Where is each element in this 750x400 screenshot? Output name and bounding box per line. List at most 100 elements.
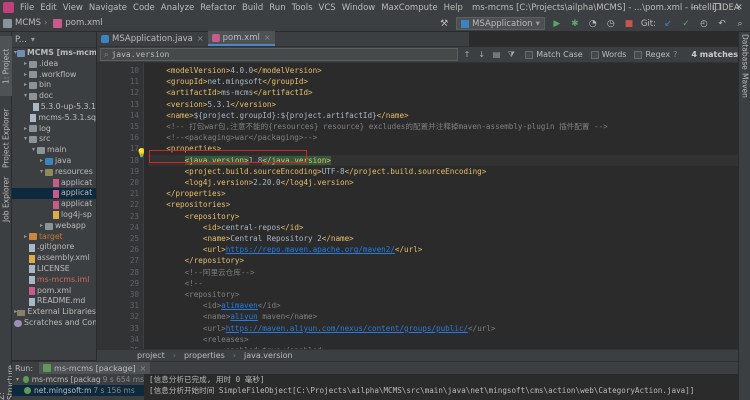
tree-item[interactable]: ▾MCMS [ms-mcms]: [12, 48, 96, 59]
tree-item[interactable]: .gitignore: [12, 242, 96, 253]
chevron-down-icon[interactable]: ▾: [22, 91, 29, 102]
menu-navigate[interactable]: Navigate: [86, 3, 130, 13]
chevron-right-icon[interactable]: ▸: [38, 221, 45, 232]
tree-item[interactable]: ▾ main: [12, 145, 96, 156]
run-icon[interactable]: ▶: [551, 18, 563, 30]
breadcrumb-java-version[interactable]: java.version: [244, 351, 293, 360]
tree-item[interactable]: README.md: [12, 296, 96, 307]
tree-item[interactable]: ▸ External Libraries: [12, 307, 96, 318]
tab-project-explorer[interactable]: Project Explorer: [0, 107, 12, 169]
tree-item[interactable]: LICENSE: [12, 264, 96, 275]
run-tree-row[interactable]: ▾ ms-mcms [packag 9 s 654 ms: [12, 374, 144, 385]
chevron-right-icon[interactable]: ▸: [38, 156, 45, 167]
breadcrumb-project[interactable]: project: [137, 351, 165, 360]
stop-icon[interactable]: ■: [623, 18, 635, 30]
tree-item[interactable]: pom.xml: [12, 286, 96, 297]
run-configuration-select[interactable]: MSApplication ▾: [456, 17, 545, 30]
tree-item[interactable]: ▸ log: [12, 124, 96, 135]
menu-help[interactable]: Help: [441, 3, 466, 13]
close-icon[interactable]: ×: [264, 33, 271, 42]
tree-item[interactable]: Scratches and Conso: [12, 318, 96, 329]
chevron-right-icon[interactable]: ▸: [22, 70, 29, 81]
tree-item[interactable]: ▾ doc: [12, 91, 96, 102]
console-output[interactable]: [信息分析已完成, 用时 0 毫秒] [信息分析开始时间 SimpleFileO…: [146, 374, 738, 400]
chevron-right-icon[interactable]: ▸: [22, 124, 29, 135]
next-match-icon[interactable]: ↓: [476, 49, 488, 61]
close-window-button[interactable]: ✕: [728, 0, 750, 15]
run-tab[interactable]: ms-mcms [package] ×: [39, 362, 151, 374]
menu-analyze[interactable]: Analyze: [158, 3, 198, 13]
select-all-occurrences-icon[interactable]: ▤: [491, 49, 503, 61]
tree-item[interactable]: applicat: [12, 178, 96, 189]
project-panel-title[interactable]: P...: [15, 35, 27, 45]
tree-item[interactable]: ▸ .idea: [12, 59, 96, 70]
menu-refactor[interactable]: Refactor: [197, 3, 239, 13]
tree-item[interactable]: ms-mcms.iml: [12, 275, 96, 286]
tree-item[interactable]: 5.3.0-up-5.3.1: [12, 102, 96, 113]
close-icon[interactable]: ×: [140, 364, 147, 373]
run-tree-row[interactable]: net.mingsoft:m 7 s 156 ms: [12, 385, 144, 396]
search-query[interactable]: java.version: [111, 50, 169, 59]
search-everywhere-icon[interactable]: ⌕: [734, 18, 746, 30]
maximize-button[interactable]: ❐: [706, 0, 728, 15]
hammer-icon[interactable]: ⚒: [438, 18, 450, 30]
tab-maven[interactable]: Maven: [739, 70, 750, 100]
tree-item[interactable]: ▸ .workflow: [12, 70, 96, 81]
menu-window[interactable]: Window: [339, 3, 379, 13]
menu-maxcompute[interactable]: MaxCompute: [378, 3, 440, 13]
tree-item[interactable]: ▾ resources: [12, 167, 96, 178]
menu-vcs[interactable]: VCS: [316, 3, 339, 13]
tree-item[interactable]: ▾ src: [12, 134, 96, 145]
git-history-icon[interactable]: ◴: [698, 18, 710, 30]
tree-item[interactable]: mcms-5.3.1.sq: [12, 113, 96, 124]
tree-item[interactable]: ▸ bin: [12, 80, 96, 91]
profile-icon[interactable]: ◷: [605, 18, 617, 30]
search-input[interactable]: ⌕ java.version: [100, 48, 459, 61]
tab-pom-xml[interactable]: pom.xml ×: [207, 31, 275, 46]
help-icon[interactable]: ?: [673, 50, 677, 59]
tab-msapplication[interactable]: MSApplication.java ×: [97, 31, 208, 46]
menu-file[interactable]: File: [17, 3, 37, 13]
tree-item[interactable]: assembly.xml: [12, 253, 96, 264]
chevron-right-icon[interactable]: ▸: [22, 59, 29, 70]
chevron-down-icon[interactable]: ▾: [38, 167, 45, 178]
filter-icon[interactable]: ⧩: [505, 49, 517, 61]
coverage-icon[interactable]: ◔: [587, 18, 599, 30]
minimize-button[interactable]: —: [684, 0, 706, 15]
tree-item[interactable]: applicat: [12, 199, 96, 210]
menu-code[interactable]: Code: [130, 3, 158, 13]
debug-icon[interactable]: ✱: [569, 18, 581, 30]
menu-tools[interactable]: Tools: [289, 3, 316, 13]
git-rollback-icon[interactable]: ↶: [716, 18, 728, 30]
tree-item[interactable]: applicat: [12, 188, 96, 200]
chevron-down-icon[interactable]: ▾: [30, 145, 37, 156]
tree-item[interactable]: ▸ webapp: [12, 221, 96, 232]
chevron-right-icon[interactable]: ▸: [22, 80, 29, 91]
regex-checkbox[interactable]: Regex ?: [634, 50, 677, 59]
nav-crumb-pom[interactable]: pom.xml: [50, 18, 105, 28]
match-case-checkbox[interactable]: Match Case: [525, 50, 583, 59]
chevron-down-icon[interactable]: ▾: [22, 134, 29, 145]
tab-project[interactable]: 1: Project: [0, 36, 12, 96]
close-icon[interactable]: ×: [197, 34, 204, 43]
breadcrumb-properties[interactable]: properties: [184, 351, 225, 360]
words-checkbox[interactable]: Words: [590, 50, 626, 59]
git-commit-icon[interactable]: ✓: [680, 18, 692, 30]
chevron-right-icon[interactable]: ▸: [22, 232, 29, 243]
git-update-icon[interactable]: ↙: [662, 18, 674, 30]
tab-structure[interactable]: Z: Structure: [0, 366, 15, 400]
menu-run[interactable]: Run: [266, 3, 288, 13]
tree-item[interactable]: log4j-sp: [12, 210, 96, 221]
code-editor[interactable]: <modelVersion>4.0.0</modelVersion> <grou…: [144, 63, 738, 349]
menu-edit[interactable]: Edit: [37, 3, 59, 13]
tab-database[interactable]: Database: [739, 34, 750, 70]
nav-crumb-mcms[interactable]: MCMS ›: [0, 18, 50, 28]
tree-item[interactable]: ▸ java: [12, 156, 96, 167]
menu-build[interactable]: Build: [239, 3, 266, 13]
previous-match-icon[interactable]: ↑: [461, 49, 473, 61]
folder-icon: [29, 60, 37, 68]
chevron-down-icon[interactable]: ▾: [31, 35, 35, 44]
menu-view[interactable]: View: [60, 3, 86, 13]
tree-item[interactable]: ▸ target: [12, 232, 96, 243]
tab-job-explorer[interactable]: Job Explorer: [0, 172, 12, 227]
